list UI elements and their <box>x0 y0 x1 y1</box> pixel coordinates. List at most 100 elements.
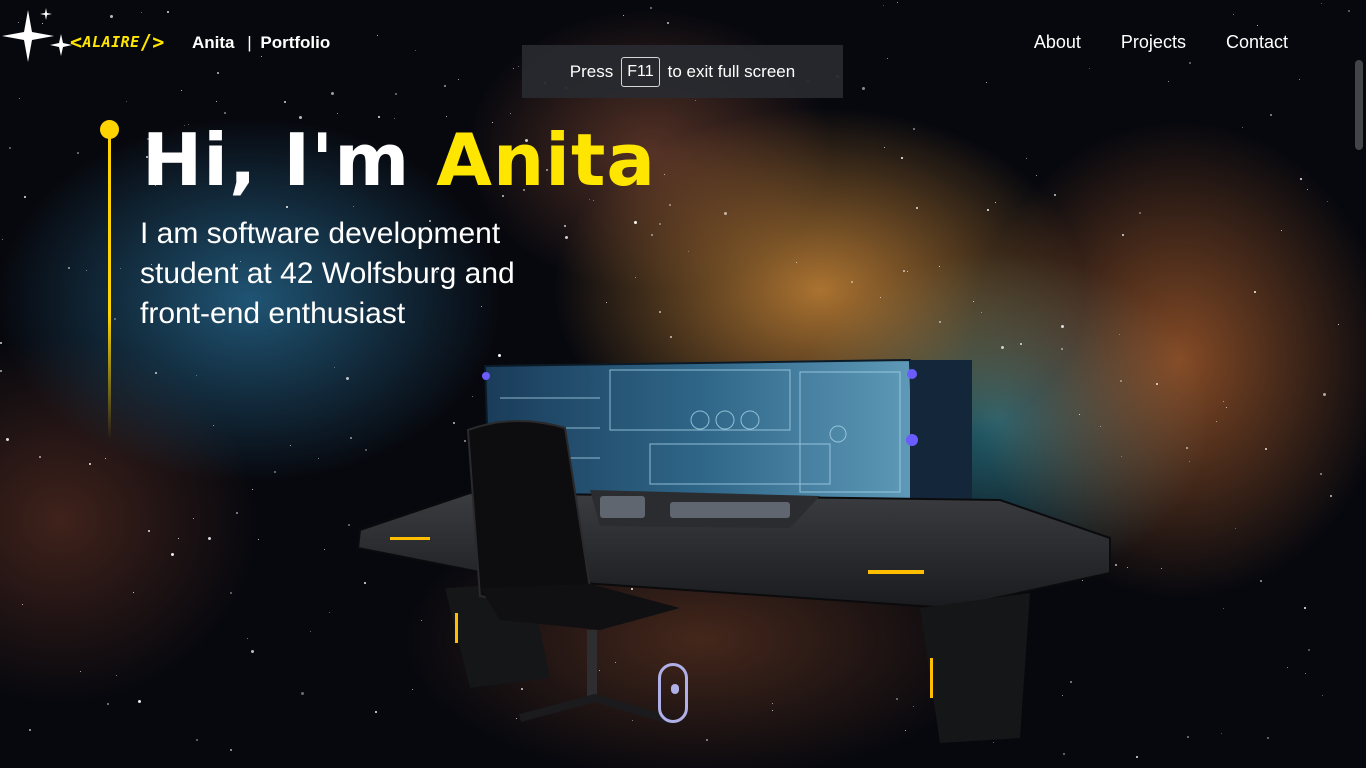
star <box>196 375 197 376</box>
hero-greeting: Hi, I'm <box>142 118 411 202</box>
logo-close-bracket: /> <box>139 30 165 54</box>
star <box>178 538 179 539</box>
page-scrollbar[interactable] <box>1352 0 1366 768</box>
star <box>1307 189 1308 190</box>
star <box>880 297 881 298</box>
nav-about-link[interactable]: About <box>1034 32 1081 53</box>
star <box>9 147 11 149</box>
star <box>116 675 117 676</box>
star <box>224 112 226 114</box>
star <box>913 128 915 130</box>
star <box>1020 343 1022 345</box>
star <box>105 458 106 459</box>
scroll-wheel <box>671 684 679 694</box>
star <box>903 270 905 272</box>
star <box>606 302 607 303</box>
star <box>862 87 865 90</box>
star <box>324 549 325 550</box>
star <box>337 113 338 114</box>
star <box>688 251 689 252</box>
star <box>1120 380 1122 382</box>
star <box>1061 325 1064 328</box>
star <box>22 604 23 605</box>
star <box>181 90 182 91</box>
star <box>1235 528 1236 529</box>
star <box>6 438 9 441</box>
star <box>458 79 459 80</box>
star <box>670 336 672 338</box>
star <box>444 85 446 87</box>
star <box>284 101 286 103</box>
brand[interactable]: < ALAIRE /> Anita | Portfolio <box>0 0 360 84</box>
star <box>1300 178 1302 180</box>
star <box>659 223 661 225</box>
star <box>518 66 519 67</box>
star <box>1001 346 1004 349</box>
star <box>650 7 652 9</box>
star <box>1189 62 1191 64</box>
star <box>664 174 665 175</box>
star <box>213 425 214 426</box>
fullscreen-tip-key: F11 <box>621 56 660 87</box>
star <box>1156 383 1158 385</box>
star <box>1223 608 1224 609</box>
hero-title: Hi, I'm Anita <box>142 118 656 202</box>
star <box>446 116 447 117</box>
star <box>1287 667 1288 668</box>
star <box>883 5 884 6</box>
star <box>1061 348 1063 350</box>
sci-fi-desk-illustration <box>356 358 1111 743</box>
star <box>1026 158 1027 159</box>
star <box>1216 421 1217 422</box>
logo[interactable]: < ALAIRE /> <box>70 30 165 54</box>
fullscreen-tip-prefix: Press <box>569 61 614 81</box>
scrollbar-thumb[interactable] <box>1355 60 1363 150</box>
star <box>230 749 232 751</box>
star <box>1321 3 1322 4</box>
star <box>29 729 31 731</box>
star <box>796 262 797 263</box>
fullscreen-tip-suffix: to exit full screen <box>667 61 796 81</box>
star <box>310 631 311 632</box>
nav-contact-link[interactable]: Contact <box>1226 32 1288 53</box>
brand-subtitle: Portfolio <box>260 33 331 52</box>
star <box>1127 567 1128 568</box>
star <box>623 15 624 16</box>
star <box>1267 737 1269 739</box>
star <box>148 530 150 532</box>
star <box>1233 14 1234 15</box>
star <box>39 456 41 458</box>
star <box>1226 407 1227 408</box>
star <box>907 271 908 272</box>
star <box>155 372 157 374</box>
star <box>510 113 511 114</box>
star <box>1348 10 1350 12</box>
star <box>995 202 996 203</box>
star <box>1121 456 1122 457</box>
star <box>301 692 304 695</box>
star <box>1338 324 1339 325</box>
star <box>973 301 974 302</box>
star <box>1305 673 1306 674</box>
nav-projects-link[interactable]: Projects <box>1121 32 1186 53</box>
star <box>1223 401 1224 402</box>
star <box>1139 212 1141 214</box>
star <box>1320 473 1322 475</box>
brand-separator: | <box>247 33 252 52</box>
star <box>897 2 898 3</box>
star <box>274 471 276 473</box>
star <box>331 92 334 95</box>
star <box>1322 695 1323 696</box>
star <box>415 50 416 51</box>
star <box>193 518 194 519</box>
hero-accent-line <box>108 129 111 439</box>
star <box>68 267 70 269</box>
scroll-mouse-icon[interactable] <box>658 663 688 723</box>
star <box>120 268 121 269</box>
star <box>353 206 354 207</box>
star <box>252 489 253 490</box>
star <box>1260 580 1262 582</box>
star <box>498 354 501 357</box>
star <box>290 445 291 446</box>
star <box>884 147 885 148</box>
